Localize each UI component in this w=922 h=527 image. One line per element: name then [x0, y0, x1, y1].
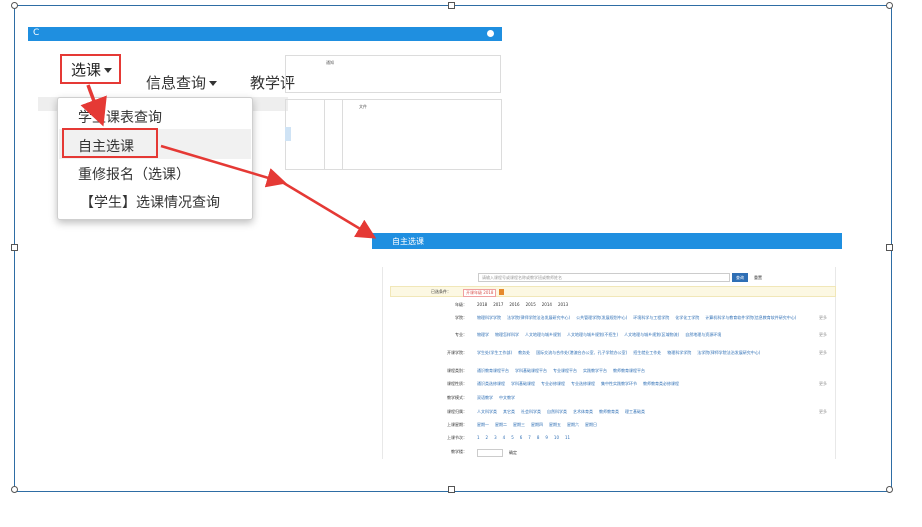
- arrow-segment-1: [160, 144, 287, 188]
- arrow-to-dropdown: [80, 84, 107, 127]
- arrow-segment-2: [281, 180, 377, 239]
- annotation-arrows: [80, 84, 377, 239]
